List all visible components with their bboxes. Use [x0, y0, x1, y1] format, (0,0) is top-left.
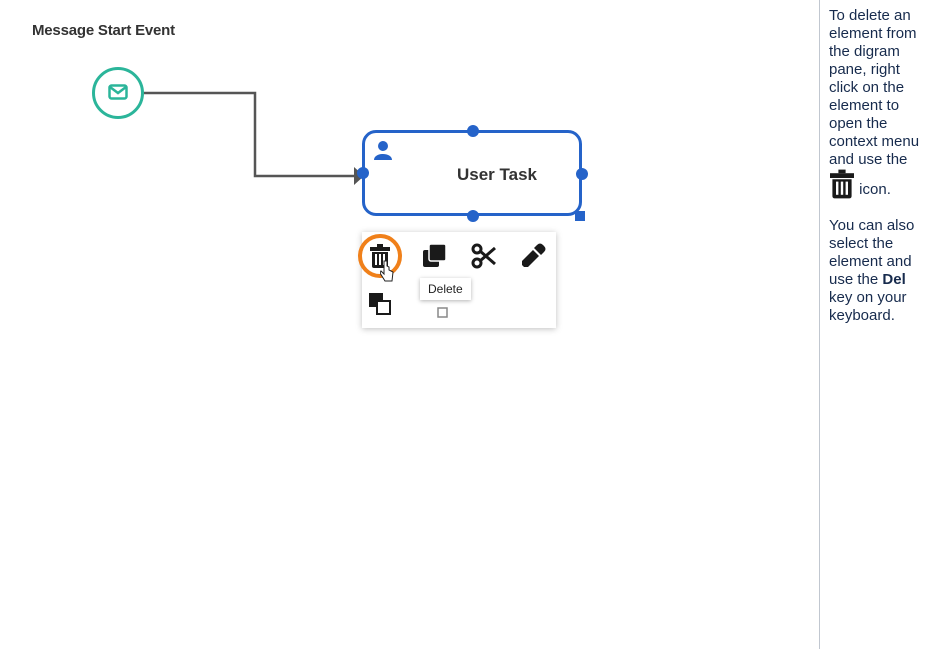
user-icon: [374, 141, 392, 160]
envelope-icon: [108, 84, 128, 100]
layers-icon: [369, 293, 391, 315]
instruction-text-1b: icon.: [859, 181, 891, 198]
layers-outline-icon: [437, 307, 448, 318]
color-picker-button[interactable]: [518, 241, 548, 271]
del-key-label: Del: [882, 271, 906, 288]
instructions-cell: To delete an element from the digram pan…: [820, 0, 935, 649]
copy-icon: [423, 243, 447, 267]
connection-handle-bottom[interactable]: [467, 210, 479, 222]
context-menu: Delete: [358, 232, 556, 328]
instruction-paragraph-1: To delete an element from the digram pan…: [829, 7, 929, 199]
cut-button[interactable]: [469, 241, 499, 271]
eyedropper-icon: [522, 243, 546, 267]
message-start-event[interactable]: [92, 67, 144, 119]
instruction-paragraph-2: You can also select the element and use …: [829, 217, 929, 325]
instruction-text-2b: key on your keyboard.: [829, 289, 907, 324]
mouse-cursor-icon: [380, 260, 394, 282]
connection-handle-right[interactable]: [576, 168, 588, 180]
content-table: Message Start Event User Task Delete To …: [0, 0, 935, 649]
delete-tooltip: Delete: [420, 278, 471, 300]
duplicate-button[interactable]: [420, 241, 450, 271]
diagram-cell: Message Start Event User Task Delete: [0, 0, 819, 649]
user-task[interactable]: User Task: [362, 130, 582, 216]
connection-handle-top[interactable]: [467, 125, 479, 137]
resize-handle[interactable]: [575, 211, 585, 221]
diagram-screenshot: Message Start Event User Task Delete: [24, 22, 594, 342]
bring-to-front-button[interactable]: [365, 289, 395, 319]
trash-icon: [830, 169, 854, 199]
scissors-icon: [471, 243, 496, 269]
instruction-text-1a: To delete an element from the digram pan…: [829, 7, 920, 168]
connection-handle-left[interactable]: [357, 167, 369, 179]
task-label: User Task: [457, 165, 538, 184]
